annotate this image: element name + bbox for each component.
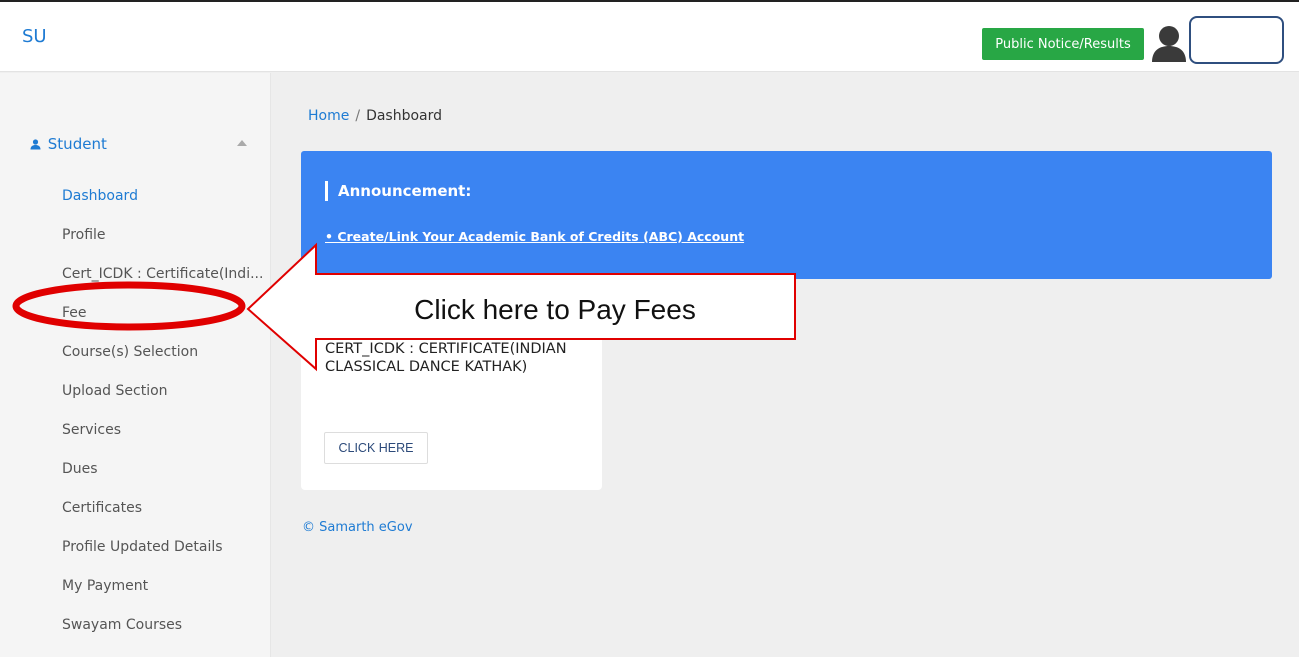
sidebar: Student Dashboard Profile Cert_ICDK : Ce… <box>0 73 271 657</box>
abc-account-link[interactable]: • Create/Link Your Academic Bank of Cred… <box>325 229 744 244</box>
avatar[interactable] <box>1150 24 1188 64</box>
sidebar-item-course-selection[interactable]: Course(s) Selection <box>0 333 265 372</box>
callout-text: Click here to Pay Fees <box>414 294 696 325</box>
sidebar-item-my-payment[interactable]: My Payment <box>0 567 265 606</box>
course-title: CERT_ICDK : CERTIFICATE(INDIAN CLASSICAL… <box>325 341 567 375</box>
public-notice-button[interactable]: Public Notice/Results <box>982 28 1144 60</box>
course-card: CERT_ICDK : CERTIFICATE(INDIAN CLASSICAL… <box>301 318 602 490</box>
sidebar-item-swayam-courses[interactable]: Swayam Courses <box>0 606 265 645</box>
brand-logo[interactable]: SU <box>22 26 47 47</box>
sidebar-section-student[interactable]: Student <box>30 135 255 159</box>
sidebar-item-cert-icdk[interactable]: Cert_ICDK : Certificate(Indi... <box>0 255 265 294</box>
person-icon <box>30 136 41 154</box>
sidebar-menu: Dashboard Profile Cert_ICDK : Certificat… <box>0 177 271 645</box>
sidebar-item-profile-updated-details[interactable]: Profile Updated Details <box>0 528 265 567</box>
sidebar-item-services[interactable]: Services <box>0 411 265 450</box>
sidebar-item-fee[interactable]: Fee <box>0 294 265 333</box>
sidebar-item-dashboard[interactable]: Dashboard <box>0 177 265 216</box>
breadcrumb-separator: / <box>355 108 361 124</box>
user-avatar-icon <box>1152 26 1186 62</box>
breadcrumb: Home / Dashboard <box>308 108 442 124</box>
sidebar-item-dues[interactable]: Dues <box>0 450 265 489</box>
sidebar-item-certificates[interactable]: Certificates <box>0 489 265 528</box>
user-menu-dropdown[interactable] <box>1189 16 1284 64</box>
footer-copyright[interactable]: © Samarth eGov <box>302 520 413 535</box>
top-navbar: SU Public Notice/Results <box>0 2 1299 72</box>
sidebar-section-label: Student <box>47 135 107 153</box>
announcement-panel: Announcement: • Create/Link Your Academi… <box>301 151 1272 279</box>
sidebar-item-profile[interactable]: Profile <box>0 216 265 255</box>
breadcrumb-current: Dashboard <box>366 108 443 124</box>
announcement-title: Announcement: <box>325 181 471 201</box>
sidebar-item-upload-section[interactable]: Upload Section <box>0 372 265 411</box>
breadcrumb-home-link[interactable]: Home <box>308 108 349 124</box>
chevron-up-icon[interactable] <box>237 140 247 146</box>
click-here-button[interactable]: CLICK HERE <box>324 432 428 464</box>
